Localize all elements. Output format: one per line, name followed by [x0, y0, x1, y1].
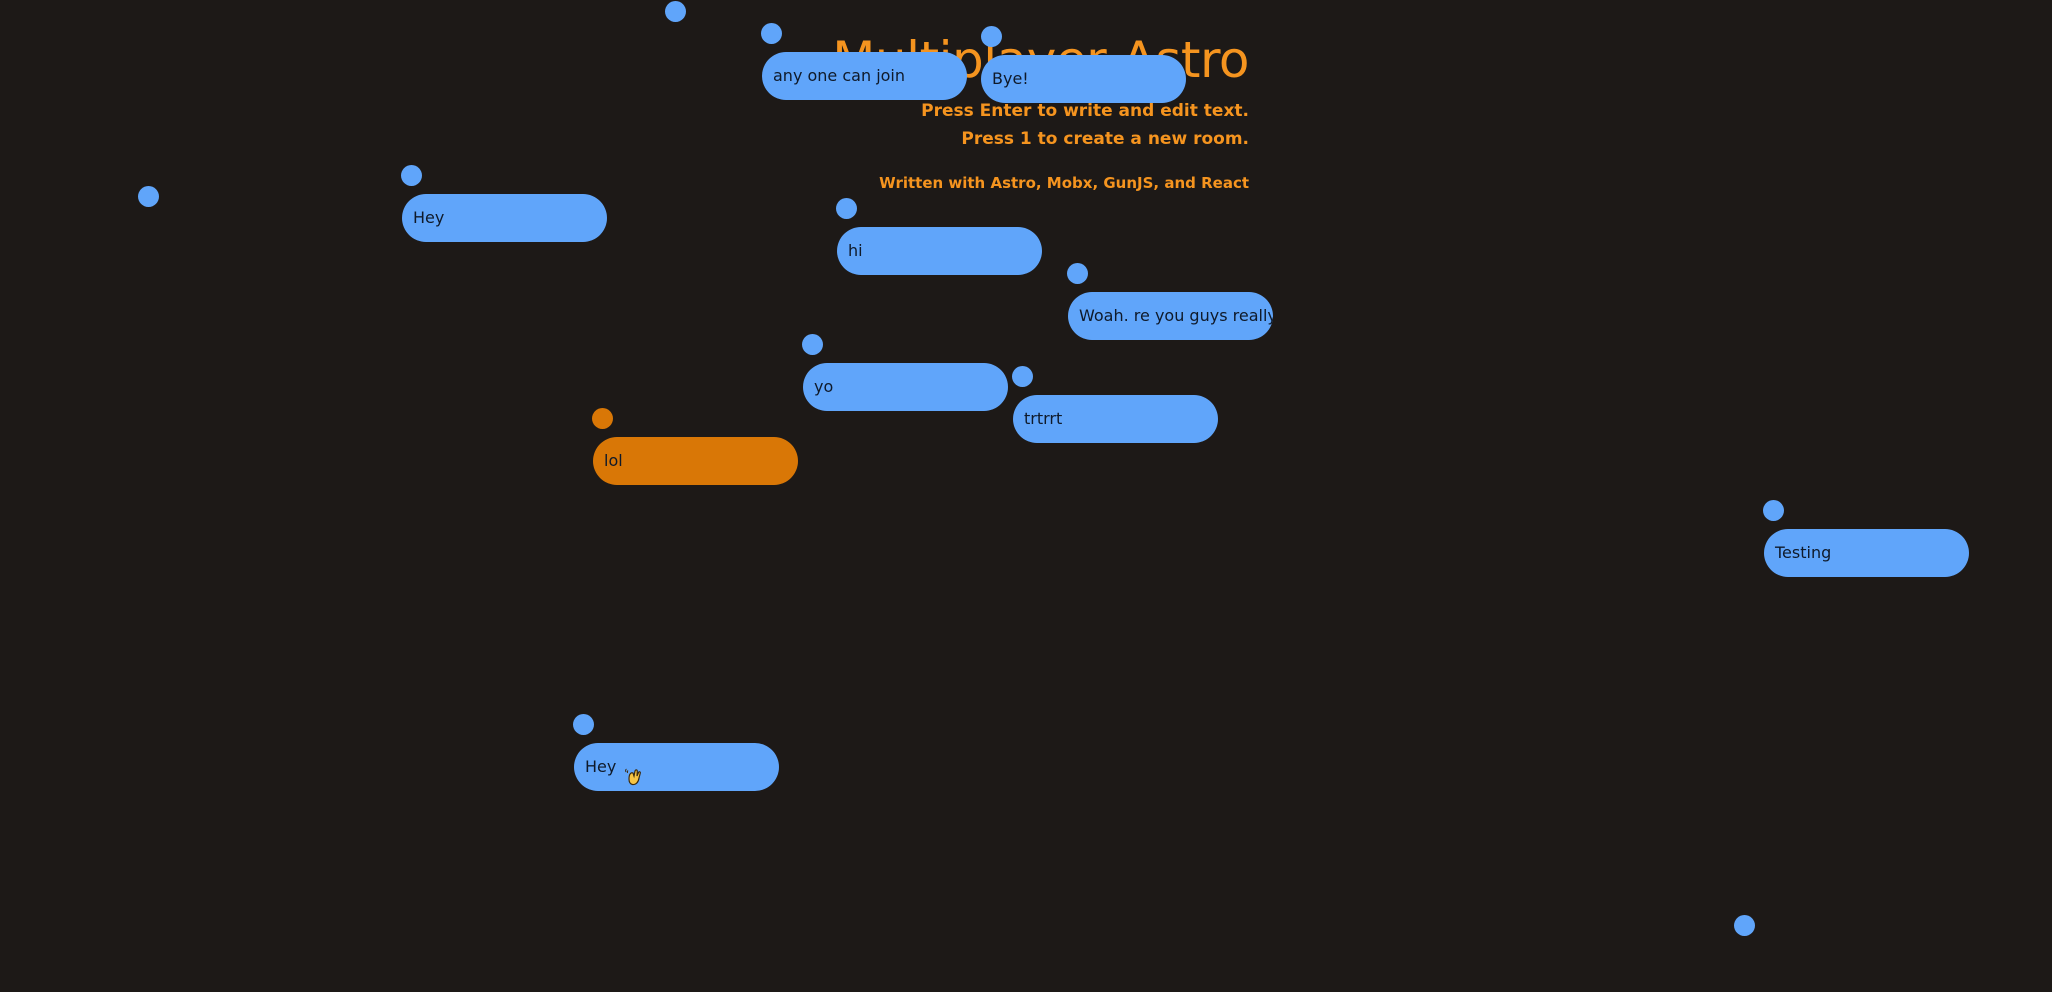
user-cursor	[1763, 500, 1784, 521]
user-cursor	[401, 165, 422, 186]
credits-text: Written with Astro, Mobx, GunJS, and Rea…	[879, 174, 1249, 192]
user-cursor	[1067, 263, 1088, 284]
message-bubble[interactable]: Hey	[402, 194, 607, 242]
user-cursor	[836, 198, 857, 219]
user-cursor	[802, 334, 823, 355]
user-cursor	[1012, 366, 1033, 387]
message-bubble[interactable]: Bye!	[981, 55, 1186, 103]
self-cursor	[592, 408, 613, 429]
message-text: Hey	[585, 757, 617, 776]
message-bubble[interactable]: hi	[837, 227, 1042, 275]
user-cursor	[1734, 915, 1755, 936]
message-bubble[interactable]: Testing	[1764, 529, 1969, 577]
message-bubble-self[interactable]: lol	[593, 437, 798, 485]
user-cursor	[981, 26, 1002, 47]
user-cursor	[665, 1, 686, 22]
message-bubble[interactable]: yo	[803, 363, 1008, 411]
message-bubble[interactable]: Woah. re you guys really t	[1068, 292, 1273, 340]
user-cursor	[761, 23, 782, 44]
instruction-new-room: Press 1 to create a new room.	[961, 129, 1249, 149]
message-bubble[interactable]: trtrrt	[1013, 395, 1218, 443]
message-bubble[interactable]: any one can join	[762, 52, 967, 100]
waving-hand-icon	[624, 758, 644, 785]
user-cursor	[138, 186, 159, 207]
message-bubble[interactable]: Hey	[574, 743, 779, 791]
user-cursor	[573, 714, 594, 735]
